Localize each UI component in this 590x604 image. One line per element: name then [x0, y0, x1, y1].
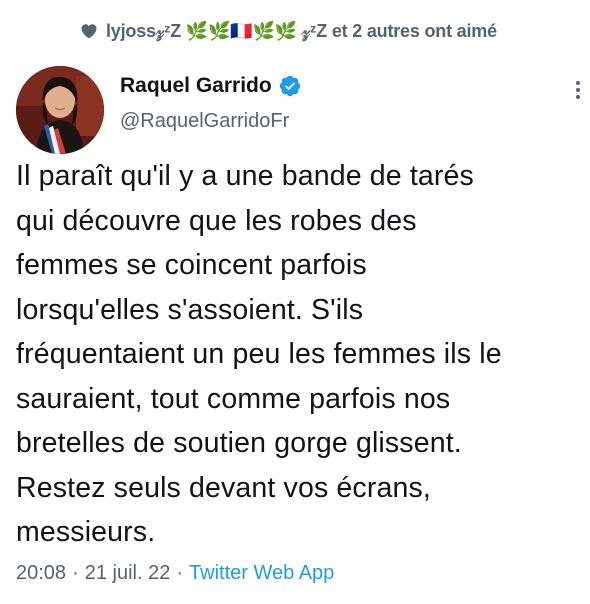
tweet-date[interactable]: 21 juil. 22: [85, 562, 171, 585]
heart-icon: [81, 24, 97, 39]
author-name[interactable]: Raquel Garrido: [120, 74, 302, 98]
more-options-icon[interactable]: [572, 78, 584, 102]
tweet-source-link[interactable]: Twitter Web App: [189, 562, 334, 585]
liked-by-text[interactable]: lyjoss𝓏ᶻZ 🌿🌿🇫🇷🌿🌿 𝓏ᶻZ et 2 autres ont aim…: [106, 21, 497, 42]
tweet-time[interactable]: 20:08: [16, 562, 66, 585]
tweet-text: Il paraît qu'il y a une bande de tarés q…: [16, 160, 502, 548]
avatar[interactable]: [16, 66, 104, 154]
meta-separator: ·: [72, 562, 79, 584]
meta-separator-2: ·: [176, 562, 184, 584]
profile-photo: [16, 66, 104, 154]
author-handle[interactable]: @RaquelGarridoFr: [120, 110, 289, 133]
tweet-meta: 20:08 · 21 juil. 22 · Twitter Web App: [16, 562, 334, 585]
social-context-row[interactable]: lyjoss𝓏ᶻZ 🌿🌿🇫🇷🌿🌿 𝓏ᶻZ et 2 autres ont aim…: [81, 18, 497, 44]
verified-badge-icon: [279, 75, 300, 97]
author-name-label[interactable]: Raquel Garrido: [120, 74, 272, 98]
